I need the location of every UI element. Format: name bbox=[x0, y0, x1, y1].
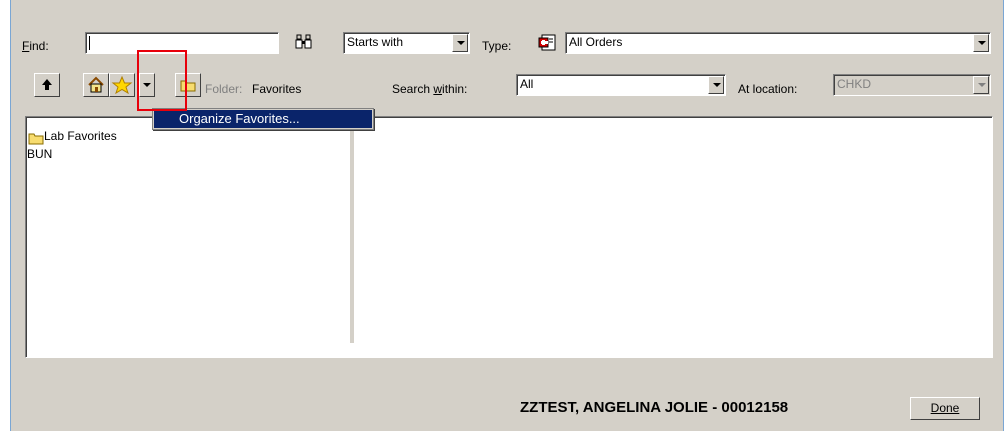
text-cursor bbox=[89, 36, 90, 50]
chevron-down-icon[interactable] bbox=[452, 34, 468, 52]
organize-favorites-menu-item[interactable]: Organize Favorites... bbox=[154, 110, 372, 128]
find-label-text: ind: bbox=[29, 39, 49, 53]
type-label: Type: bbox=[482, 39, 512, 53]
chevron-down-icon[interactable] bbox=[708, 76, 724, 94]
folder-icon bbox=[28, 133, 44, 145]
search-within-select[interactable]: All bbox=[516, 74, 726, 96]
results-panel: Lab Favorites BUN bbox=[25, 116, 993, 358]
match-mode-select[interactable]: Starts with bbox=[343, 32, 470, 54]
home-button[interactable] bbox=[83, 73, 109, 97]
star-icon bbox=[111, 75, 133, 95]
orders-type-icon bbox=[538, 33, 558, 54]
at-location-select: CHKD bbox=[833, 74, 991, 96]
done-button[interactable]: Done bbox=[910, 397, 980, 420]
binoculars-icon[interactable] bbox=[295, 34, 313, 53]
annotation-highlight-box bbox=[137, 50, 187, 111]
chevron-down-icon bbox=[973, 76, 989, 94]
type-select[interactable]: All Orders bbox=[565, 32, 991, 54]
up-arrow-icon bbox=[42, 79, 52, 90]
find-label: Find: bbox=[22, 39, 49, 53]
patient-banner: ZZTEST, ANGELINA JOLIE - 00012158 bbox=[520, 399, 789, 416]
favorites-button[interactable] bbox=[109, 73, 135, 97]
pane-splitter[interactable] bbox=[350, 121, 354, 343]
up-folder-button[interactable] bbox=[34, 73, 60, 97]
folder-label: Folder: bbox=[205, 82, 243, 96]
at-location-label: At location: bbox=[738, 82, 798, 96]
home-icon bbox=[88, 76, 104, 93]
search-within-label: Search within: bbox=[392, 82, 468, 96]
folder-name: Favorites bbox=[252, 82, 302, 96]
chevron-down-icon[interactable] bbox=[973, 34, 989, 52]
favorites-menu: Organize Favorites... bbox=[152, 108, 374, 130]
